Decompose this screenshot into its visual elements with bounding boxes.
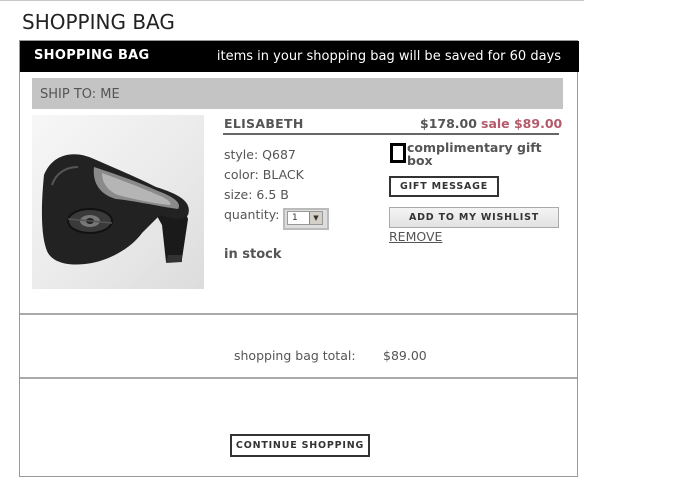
product-color: color: BLACK <box>224 167 304 182</box>
product-price: $178.00 <box>420 116 477 131</box>
total-label: shopping bag total: <box>234 348 356 363</box>
product-image[interactable] <box>32 115 204 289</box>
quantity-value: 1 <box>292 213 298 223</box>
bag-header: SHOPPING BAG items in your shopping bag … <box>20 41 579 72</box>
section-divider <box>20 313 577 315</box>
total-value: $89.00 <box>383 348 427 363</box>
quantity-select-field[interactable]: 1 ▼ <box>287 211 323 225</box>
ship-to-bar: SHIP TO: ME <box>32 78 563 109</box>
gift-box-checkbox[interactable] <box>390 143 406 163</box>
product-name[interactable]: ELISABETH <box>224 116 304 131</box>
top-divider <box>0 0 584 1</box>
product-sale-price: sale $89.00 <box>481 116 563 131</box>
gift-message-button[interactable]: GIFT MESSAGE <box>389 176 499 197</box>
shopping-bag-panel: SHOPPING BAG items in your shopping bag … <box>19 40 579 477</box>
bag-header-notice: items in your shopping bag will be saved… <box>216 49 561 64</box>
add-to-wishlist-button[interactable]: ADD TO MY WISHLIST <box>389 207 559 228</box>
product-divider <box>223 133 559 135</box>
stock-status: in stock <box>224 247 282 262</box>
section-divider <box>20 377 577 379</box>
continue-shopping-button[interactable]: CONTINUE SHOPPING <box>230 434 370 457</box>
chevron-down-icon[interactable]: ▼ <box>309 212 322 224</box>
gift-box-label: complimentary gift box <box>407 140 542 168</box>
page-title: SHOPPING BAG <box>22 10 175 34</box>
product-size: size: 6.5 B <box>224 187 289 202</box>
quantity-select[interactable]: 1 ▼ <box>283 208 329 230</box>
quantity-label: quantity: <box>224 207 280 222</box>
ship-to-label: SHIP TO: ME <box>40 87 120 102</box>
bag-header-title: SHOPPING BAG <box>34 48 150 63</box>
remove-link[interactable]: REMOVE <box>389 229 442 244</box>
product-style: style: Q687 <box>224 147 296 162</box>
black-pump-shoe-icon <box>41 154 189 265</box>
